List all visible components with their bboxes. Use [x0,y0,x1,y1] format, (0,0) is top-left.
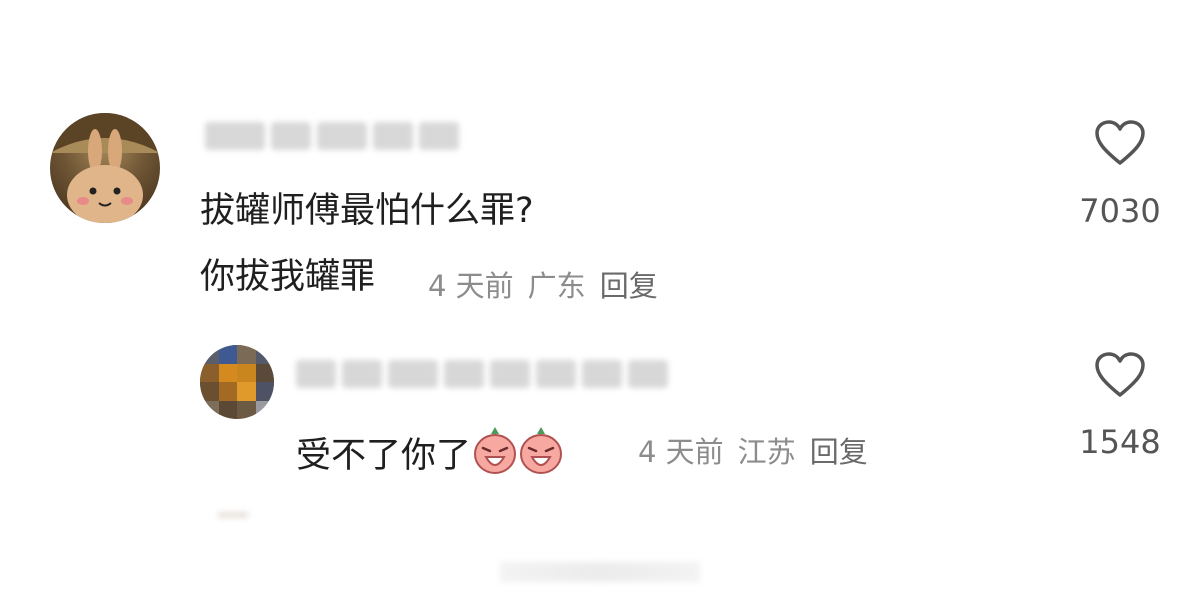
comment-line-2: 你拔我罐罪 [200,257,376,297]
crying-face-emoji-icon [520,427,563,474]
heart-icon[interactable] [1094,120,1146,166]
reply-username-blurred[interactable] [296,360,668,388]
reply-time: 4 天前 [638,435,724,469]
reply-avatar[interactable] [200,345,274,419]
reply-text-row: 受不了你了 [296,425,563,475]
reply-button[interactable]: 回复 [600,269,658,303]
comment-line-1: 拔罐师傅最怕什么罪? [200,191,534,231]
like-button[interactable] [1094,120,1146,170]
heart-icon[interactable] [1094,352,1146,398]
crying-face-emoji-icon [474,427,517,474]
reply-like-count: 1548 [1079,423,1161,461]
like-count: 7030 [1079,192,1161,230]
comment-meta: 4 天前 广东 回复 [428,263,672,305]
comment-location: 广东 [527,269,586,303]
watermark [500,562,700,582]
username-blurred[interactable] [205,122,459,150]
bunny-avatar-icon [50,113,160,223]
comment-time: 4 天前 [428,269,514,303]
reply-text: 受不了你了 [296,436,472,476]
avatar[interactable] [50,113,160,223]
reply-like-button[interactable] [1094,352,1146,402]
reply-location: 江苏 [737,435,796,469]
reply-meta: 4 天前 江苏 回复 [638,429,882,471]
reply-reply-button[interactable]: 回复 [810,435,868,469]
next-avatar-partial [218,512,248,518]
